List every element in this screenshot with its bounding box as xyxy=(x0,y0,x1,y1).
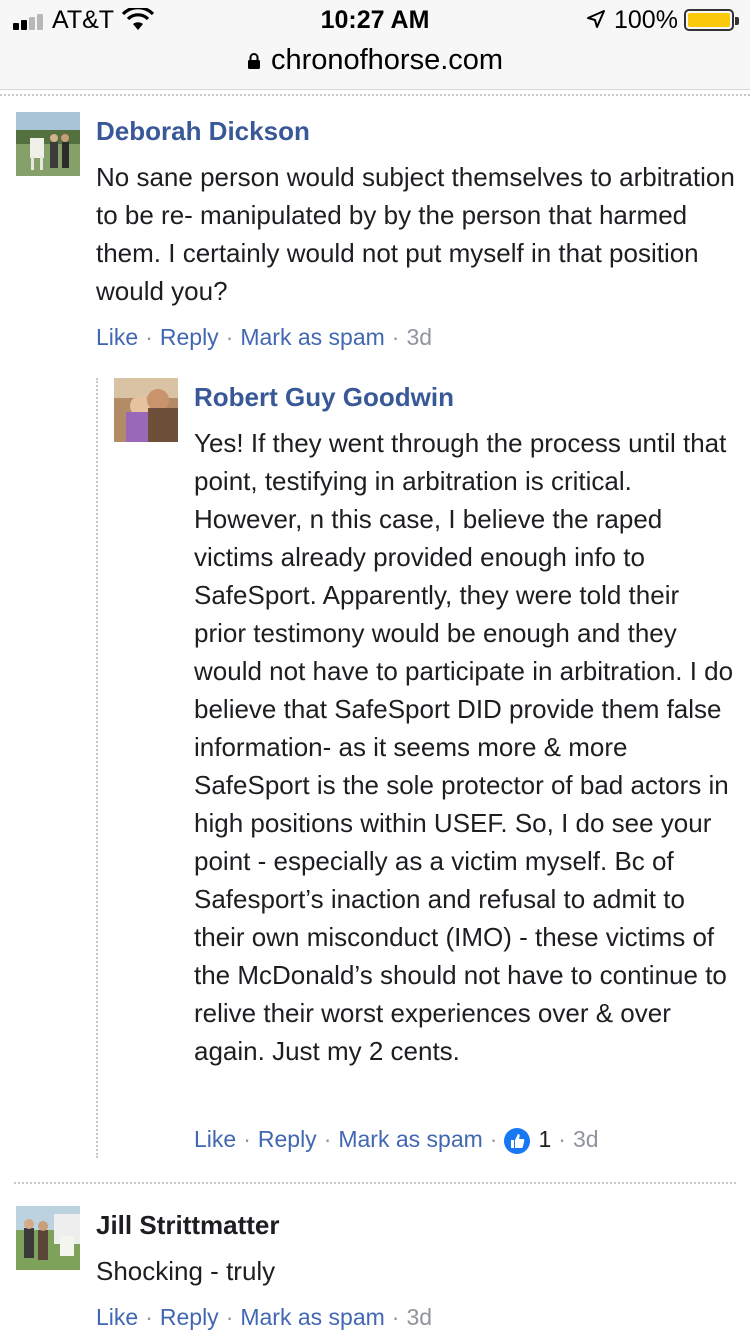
address-bar[interactable]: chronofhorse.com xyxy=(0,40,750,80)
battery-percentage: 100% xyxy=(614,6,678,34)
comment-author[interactable]: Jill Strittmatter xyxy=(96,1210,280,1241)
comment-text: Shocking - truly xyxy=(96,1256,276,1286)
avatar[interactable] xyxy=(16,112,80,176)
lock-icon xyxy=(247,53,260,69)
divider xyxy=(0,94,750,96)
comment-text: No sane person would subject themselves … xyxy=(96,162,735,306)
like-reaction-icon[interactable] xyxy=(504,1127,531,1154)
comment-author[interactable]: Robert Guy Goodwin xyxy=(194,382,454,413)
mark-as-spam-link[interactable]: Mark as spam xyxy=(240,1304,384,1331)
comment-text: Yes! If they went through the process un… xyxy=(194,428,734,1066)
avatar[interactable] xyxy=(16,1206,80,1270)
browser-chrome: AT&T 10:27 AM 100% chronofhorse.com xyxy=(0,0,750,90)
url-text: chronofhorse.com xyxy=(270,43,504,76)
location-icon xyxy=(587,10,605,28)
comment-actions: Like · Reply · Mark as spam · 1 · 3d xyxy=(194,1126,599,1154)
like-link[interactable]: Like xyxy=(96,324,138,351)
avatar[interactable] xyxy=(114,378,178,442)
reply-link[interactable]: Reply xyxy=(160,324,219,351)
reply-link[interactable]: Reply xyxy=(160,1304,219,1331)
like-link[interactable]: Like xyxy=(96,1304,138,1331)
like-link[interactable]: Like xyxy=(194,1126,236,1153)
divider xyxy=(14,1182,736,1184)
mark-as-spam-link[interactable]: Mark as spam xyxy=(338,1126,482,1153)
comment-author[interactable]: Deborah Dickson xyxy=(96,116,310,147)
reaction-count[interactable]: 1 xyxy=(538,1126,551,1153)
reply-link[interactable]: Reply xyxy=(258,1126,317,1153)
comment-timestamp[interactable]: 3d xyxy=(573,1126,599,1153)
battery-icon xyxy=(684,9,739,31)
comment-timestamp[interactable]: 3d xyxy=(406,324,432,351)
mark-as-spam-link[interactable]: Mark as spam xyxy=(240,324,384,351)
status-bar: AT&T 10:27 AM 100% xyxy=(0,0,750,40)
comment-timestamp[interactable]: 3d xyxy=(406,1304,432,1331)
reply-thread-line xyxy=(96,378,98,1158)
comment-actions: Like · Reply · Mark as spam · 3d xyxy=(96,1304,433,1331)
comment-actions: Like · Reply · Mark as spam · 3d xyxy=(96,324,433,351)
